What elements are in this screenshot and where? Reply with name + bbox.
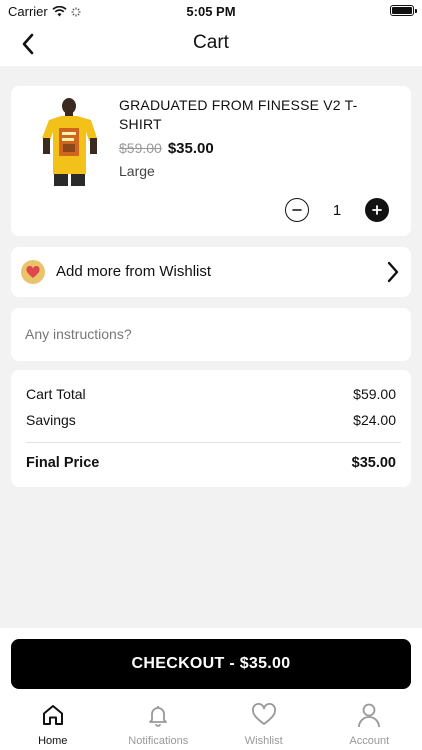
wishlist-badge (21, 260, 45, 284)
tab-account-label: Account (349, 735, 390, 747)
price-group: $59.00 $35.00 (119, 140, 214, 157)
quantity-value: 1 (332, 201, 342, 219)
status-bar: Carrier 5:05 PM (0, 0, 422, 22)
cart-item-card: GRADUATED FROM FINESSE V2 T-SHIRT $59.00… (11, 86, 411, 236)
savings-row: Savings $24.00 (26, 412, 396, 428)
final-price-label: Final Price (26, 455, 100, 471)
savings-label: Savings (26, 412, 76, 428)
heart-icon (26, 265, 40, 278)
user-icon (358, 703, 381, 728)
price-summary-card: Cart Total $59.00 Savings $24.00 Final P… (11, 370, 411, 487)
product-variant: Large (119, 163, 155, 179)
instructions-card (11, 308, 411, 361)
product-name[interactable]: GRADUATED FROM FINESSE V2 T-SHIRT (119, 96, 389, 134)
tab-wishlist[interactable]: Wishlist (211, 700, 317, 750)
increase-quantity-button[interactable] (365, 198, 389, 222)
nav-bar: Cart (0, 22, 422, 66)
plus-icon (372, 205, 382, 215)
instructions-input[interactable] (25, 320, 395, 348)
cart-total-row: Cart Total $59.00 (26, 386, 396, 402)
tab-home[interactable]: Home (0, 700, 106, 750)
product-image[interactable] (35, 96, 105, 186)
tab-notifications-label: Notifications (128, 735, 189, 747)
final-price-value: $35.00 (351, 455, 396, 471)
cart-total-value: $59.00 (353, 386, 396, 402)
tab-wishlist-label: Wishlist (244, 735, 283, 747)
status-time: 5:05 PM (186, 4, 236, 19)
page-title: Cart (193, 32, 229, 53)
wishlist-label: Add more from Wishlist (56, 263, 212, 280)
decrease-quantity-button[interactable] (285, 198, 309, 222)
bell-icon (149, 706, 168, 727)
checkout-button[interactable]: CHECKOUT - $35.00 (11, 639, 411, 689)
final-price-row: Final Price $35.00 (26, 455, 396, 471)
home-icon (42, 705, 63, 725)
cart-total-label: Cart Total (26, 386, 86, 402)
tab-bar: Home Notifications Wishlist Account (0, 700, 422, 750)
tab-notifications[interactable]: Notifications (106, 700, 212, 750)
minus-icon (292, 209, 302, 211)
sale-price: $35.00 (167, 140, 214, 157)
quantity-stepper: 1 (285, 198, 389, 222)
savings-value: $24.00 (353, 412, 396, 428)
original-price: $59.00 (119, 140, 162, 156)
add-from-wishlist-row[interactable]: Add more from Wishlist (11, 247, 411, 297)
summary-divider (26, 442, 401, 443)
battery-icon (390, 5, 417, 16)
chevron-right-icon (387, 261, 399, 283)
heart-outline-icon (251, 703, 276, 725)
tab-home-label: Home (38, 735, 68, 747)
tab-account[interactable]: Account (317, 700, 422, 750)
